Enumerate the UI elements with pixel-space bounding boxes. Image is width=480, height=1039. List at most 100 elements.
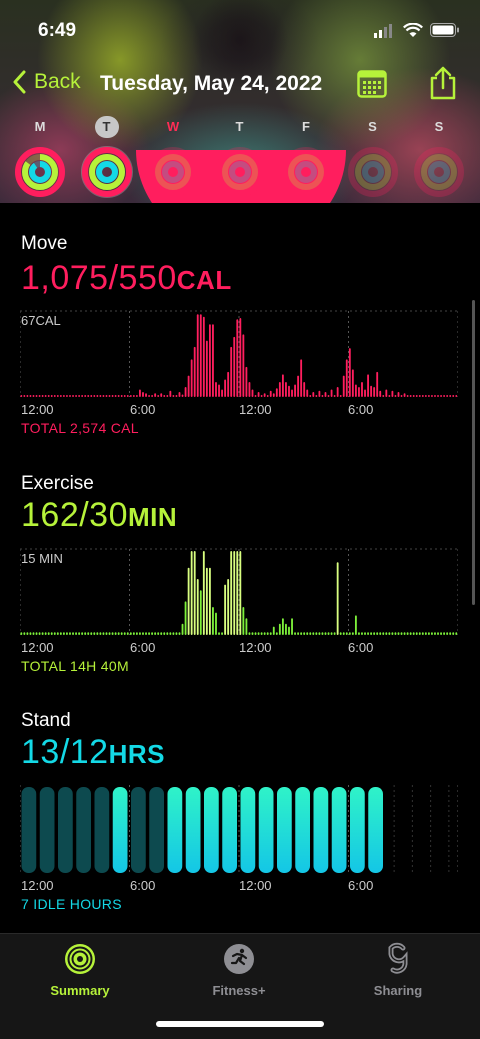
stand-label: Stand [21, 710, 71, 731]
chart-bar [285, 623, 287, 635]
tab-summary[interactable]: Summary [20, 942, 140, 998]
exercise-tick-1: 6:00 [130, 640, 156, 655]
chart-bar [354, 384, 357, 397]
chart-bar [53, 395, 56, 397]
day-5[interactable]: S [343, 116, 403, 198]
chart-bar [190, 551, 193, 635]
chart-bar [397, 632, 400, 635]
day-2[interactable]: W [143, 116, 203, 198]
chart-bar [151, 395, 154, 397]
stand-value: 13/12HRS [21, 733, 165, 772]
chart-bar [166, 632, 169, 635]
chart-bar [93, 632, 96, 635]
chart-bar [351, 632, 354, 635]
chart-bar [251, 632, 254, 635]
back-button[interactable]: Back [12, 70, 81, 94]
chart-bar [26, 632, 29, 635]
stand-hour-stood [222, 787, 237, 873]
stand-hour-idle [76, 787, 91, 873]
share-icon[interactable] [428, 66, 458, 100]
chart-bar [139, 389, 141, 397]
scrollbar[interactable] [472, 300, 475, 605]
stand-hour-stood [112, 787, 128, 873]
chart-bar [224, 584, 227, 635]
chart-bar [230, 346, 233, 397]
chart-bar [394, 395, 397, 397]
activity-rings-icon [214, 147, 265, 197]
chart-bar [443, 632, 446, 635]
chart-bar [135, 632, 138, 635]
move-value: 1,075/550CAL [21, 259, 232, 298]
exercise-tick-2: 12:00 [239, 640, 272, 655]
chart-bar [339, 632, 342, 635]
day-letter: M [34, 119, 46, 134]
day-6[interactable]: S [409, 116, 469, 198]
chart-bar [202, 316, 205, 397]
chart-bar [123, 632, 126, 635]
day-1[interactable]: T [77, 116, 137, 198]
day-3[interactable]: T [210, 116, 270, 198]
stand-tick-2: 12:00 [239, 878, 272, 893]
chart-bar [285, 381, 287, 397]
chart-bar [56, 632, 59, 635]
chart-bar [373, 386, 376, 397]
chart-bar [351, 369, 354, 397]
chart-bar [187, 567, 190, 635]
cellular-signal-icon [374, 24, 392, 38]
chart-bar [400, 395, 403, 397]
home-indicator[interactable] [156, 1021, 324, 1027]
chart-bar [72, 395, 74, 397]
chart-bar [260, 395, 263, 397]
day-4[interactable]: F [276, 116, 336, 198]
chart-bar [215, 612, 217, 635]
day-letter: T [94, 116, 119, 138]
chart-bar [306, 389, 309, 397]
wifi-icon [403, 23, 423, 37]
chart-bar [248, 632, 251, 635]
chart-bar [300, 359, 303, 397]
chart-bar [93, 395, 96, 397]
chart-bar [385, 389, 388, 397]
chart-bar [126, 395, 129, 397]
chart-bar [35, 395, 38, 397]
chart-bar [50, 395, 53, 397]
chart-bar [26, 395, 29, 397]
chart-bar [212, 324, 214, 397]
chart-bar [75, 395, 77, 397]
chart-bar [269, 390, 272, 397]
nav-bar: Back Tuesday, May 24, 2022 [0, 66, 480, 106]
day-letter: S [434, 119, 444, 134]
chart-bar [233, 551, 236, 635]
chart-bar [397, 391, 400, 397]
chart-bar [406, 632, 409, 635]
chart-bar [90, 395, 93, 397]
chart-bar [388, 632, 391, 635]
tab-fitness-plus[interactable]: Fitness+ [179, 942, 299, 998]
calendar-icon[interactable] [357, 70, 387, 98]
move-value-unit: CAL [176, 265, 232, 295]
chart-bar [364, 389, 366, 397]
chart-bar [394, 632, 397, 635]
day-0[interactable]: M [10, 116, 70, 198]
chart-bar [20, 632, 23, 635]
chart-bar [215, 381, 217, 397]
chart-bar [99, 632, 102, 635]
chart-bar [406, 395, 409, 397]
exercise-label: Exercise [21, 473, 94, 494]
chart-bar [196, 314, 199, 397]
chart-bar [184, 601, 187, 635]
chart-bar [272, 626, 275, 635]
chart-bar [348, 348, 351, 397]
activity-rings-icon [15, 147, 65, 197]
stand-tick-3: 6:00 [348, 878, 374, 893]
move-tick-3: 6:00 [348, 402, 374, 417]
tab-sharing[interactable]: Sharing [338, 942, 458, 998]
chart-bar [163, 395, 166, 397]
chart-bar [354, 615, 357, 635]
chart-bar [418, 395, 421, 397]
activity-rings-icon [414, 147, 464, 197]
chart-bar [443, 395, 446, 397]
chart-bar [151, 632, 154, 635]
chart-bar [148, 632, 150, 635]
chart-bar [412, 632, 415, 635]
